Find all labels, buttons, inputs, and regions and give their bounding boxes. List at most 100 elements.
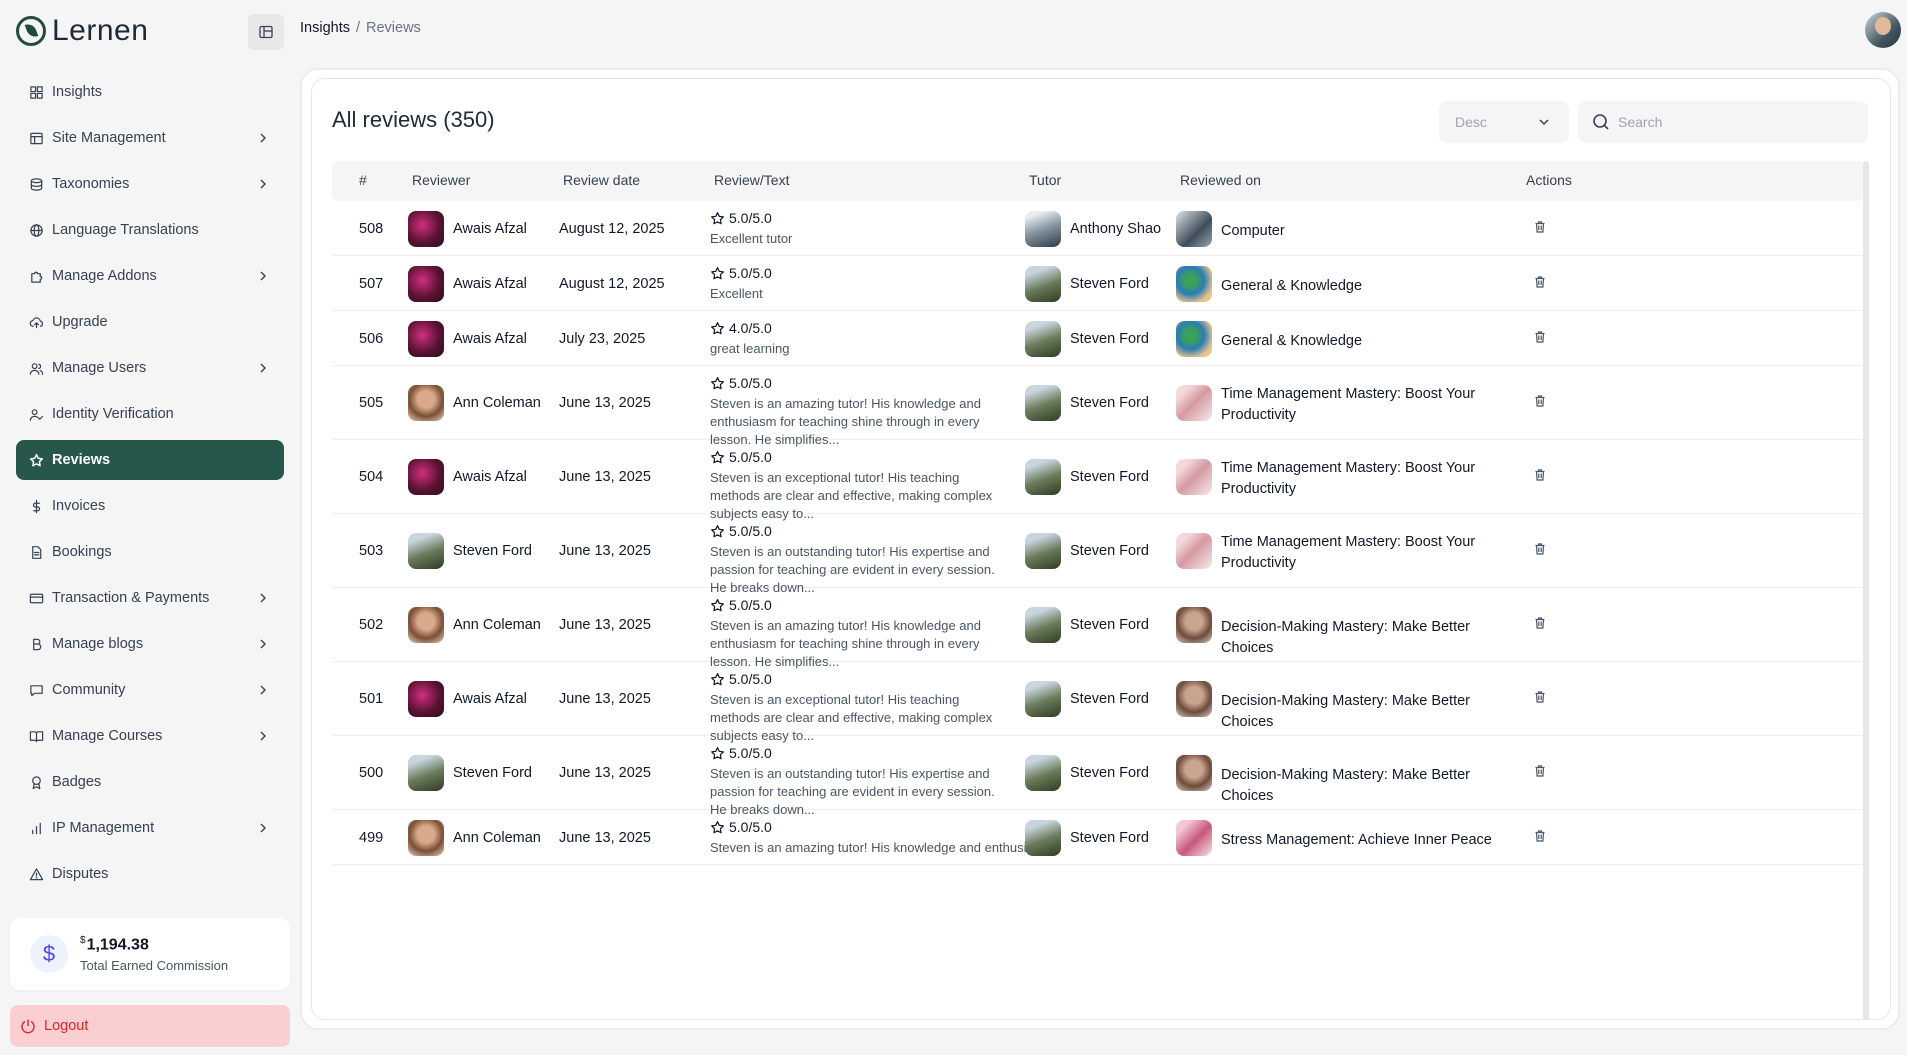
delete-review-button[interactable] xyxy=(1533,394,1547,408)
course-title[interactable]: Time Management Mastery: Boost Your Prod… xyxy=(1221,458,1511,500)
reviewer-name[interactable]: Awais Afzal xyxy=(453,331,527,347)
tutor-name[interactable]: Steven Ford xyxy=(1070,617,1149,633)
rating-value: 5.0/5.0 xyxy=(729,523,772,539)
delete-review-button[interactable] xyxy=(1533,330,1547,344)
delete-review-button[interactable] xyxy=(1533,616,1547,630)
tutor-name[interactable]: Steven Ford xyxy=(1070,469,1149,485)
reviewer-name[interactable]: Ann Coleman xyxy=(453,395,541,411)
review-rating: 5.0/5.0 xyxy=(710,375,1010,391)
reviewer-name[interactable]: Awais Afzal xyxy=(453,276,527,292)
logout-button[interactable]: Logout xyxy=(10,1005,290,1047)
column-header-tutor: Tutor xyxy=(1029,172,1062,188)
sidebar-item-label: Disputes xyxy=(52,866,109,882)
sidebar-item-taxonomies[interactable]: Taxonomies xyxy=(16,164,284,204)
delete-review-button[interactable] xyxy=(1533,690,1547,704)
review-rating: 4.0/5.0 xyxy=(710,320,1070,336)
sidebar-item-insights[interactable]: Insights xyxy=(16,72,284,112)
sidebar-item-bookings[interactable]: Bookings xyxy=(16,532,284,572)
delete-review-button[interactable] xyxy=(1533,468,1547,482)
table-row: 500 Steven Ford June 13, 2025 5.0/5.0 Steven… xyxy=(332,736,1864,817)
review-content: 5.0/5.0 Steven is an exceptional tutor! H… xyxy=(710,671,1010,745)
delete-review-button[interactable] xyxy=(1533,829,1547,843)
table-row: 499 Ann Coleman June 13, 2025 5.0/5.0 Steven… xyxy=(332,810,1864,865)
sidebar-item-manage-courses[interactable]: Manage Courses xyxy=(16,716,284,756)
sidebar-nav: Insights Site Management Taxonomies Languag… xyxy=(16,72,284,900)
course-title[interactable]: Decision-Making Mastery: Make Better Cho… xyxy=(1221,765,1511,807)
search-input[interactable] xyxy=(1618,114,1848,130)
delete-review-button[interactable] xyxy=(1533,220,1547,234)
trash-icon xyxy=(1533,468,1547,482)
tutor-name[interactable]: Anthony Shao xyxy=(1070,221,1161,237)
course-title[interactable]: Decision-Making Mastery: Make Better Cho… xyxy=(1221,691,1511,733)
rating-value: 5.0/5.0 xyxy=(729,210,772,226)
sidebar-item-badges[interactable]: Badges xyxy=(16,762,284,802)
review-rating: 5.0/5.0 xyxy=(710,265,1070,281)
user-check-icon xyxy=(28,406,44,422)
sidebar-item-language-translations[interactable]: Language Translations xyxy=(16,210,284,250)
sort-selected-value: Desc xyxy=(1455,114,1487,130)
course-title[interactable]: General & Knowledge xyxy=(1221,276,1511,297)
sidebar-item-upgrade[interactable]: Upgrade xyxy=(16,302,284,342)
sidebar-item-disputes[interactable]: Disputes xyxy=(16,854,284,894)
reviewer-name[interactable]: Ann Coleman xyxy=(453,830,541,846)
chevron-right-icon xyxy=(260,179,266,189)
reviewer-name[interactable]: Steven Ford xyxy=(453,765,532,781)
sidebar-item-manage-blogs[interactable]: Manage blogs xyxy=(16,624,284,664)
reviewer-name[interactable]: Ann Coleman xyxy=(453,617,541,633)
sidebar-item-site-management[interactable]: Site Management xyxy=(16,118,284,158)
search-box xyxy=(1578,101,1868,143)
globe-icon xyxy=(28,222,44,238)
course-title[interactable]: Time Management Mastery: Boost Your Prod… xyxy=(1221,532,1511,574)
breadcrumb-insights-link[interactable]: Insights xyxy=(300,20,350,36)
sidebar-item-ip-management[interactable]: IP Management xyxy=(16,808,284,848)
course-thumbnail xyxy=(1176,755,1212,791)
reviewer-name[interactable]: Awais Afzal xyxy=(453,691,527,707)
sort-select[interactable]: Desc xyxy=(1439,101,1569,143)
tutor-name[interactable]: Steven Ford xyxy=(1070,543,1149,559)
tutor-name[interactable]: Steven Ford xyxy=(1070,691,1149,707)
tutor-name[interactable]: Steven Ford xyxy=(1070,331,1149,347)
delete-review-button[interactable] xyxy=(1533,542,1547,556)
table-row: 502 Ann Coleman June 13, 2025 5.0/5.0 Steven… xyxy=(332,588,1864,669)
tutor-name[interactable]: Steven Ford xyxy=(1070,765,1149,781)
tutor-name[interactable]: Steven Ford xyxy=(1070,395,1149,411)
chevron-down-icon xyxy=(1539,119,1549,126)
rating-value: 4.0/5.0 xyxy=(729,320,772,336)
delete-review-button[interactable] xyxy=(1533,764,1547,778)
sidebar-item-community[interactable]: Community xyxy=(16,670,284,710)
sidebar-item-label: Upgrade xyxy=(52,314,108,330)
user-avatar[interactable] xyxy=(1865,12,1901,48)
file-icon xyxy=(28,544,44,560)
trash-icon xyxy=(1533,616,1547,630)
review-date: June 13, 2025 xyxy=(559,829,651,846)
sidebar-item-identity-verification[interactable]: Identity Verification xyxy=(16,394,284,434)
tutor-avatar xyxy=(1025,755,1061,791)
course-title[interactable]: Stress Management: Achieve Inner Peace xyxy=(1221,830,1511,851)
chevron-right-icon xyxy=(260,685,266,695)
delete-review-button[interactable] xyxy=(1533,275,1547,289)
course-title[interactable]: Time Management Mastery: Boost Your Prod… xyxy=(1221,384,1511,426)
column-header-index: # xyxy=(359,172,367,188)
sidebar-item-label: Language Translations xyxy=(52,222,199,238)
page-title: All reviews (350) xyxy=(332,107,495,132)
tutor-name[interactable]: Steven Ford xyxy=(1070,830,1149,846)
course-thumbnail xyxy=(1176,533,1212,569)
search-icon xyxy=(1593,114,1609,130)
reviewer-avatar xyxy=(408,459,444,495)
reviewer-name[interactable]: Awais Afzal xyxy=(453,469,527,485)
app-logo[interactable]: Lernen xyxy=(16,14,148,48)
tutor-name[interactable]: Steven Ford xyxy=(1070,276,1149,292)
review-content: 5.0/5.0 Steven is an exceptional tutor! H… xyxy=(710,449,1010,523)
sidebar-item-manage-addons[interactable]: Manage Addons xyxy=(16,256,284,296)
reviewer-name[interactable]: Steven Ford xyxy=(453,543,532,559)
sidebar-item-manage-users[interactable]: Manage Users xyxy=(16,348,284,388)
course-title[interactable]: General & Knowledge xyxy=(1221,331,1511,352)
sidebar-item-reviews[interactable]: Reviews xyxy=(16,440,284,480)
sidebar-toggle-button[interactable] xyxy=(248,14,284,50)
reviewer-name[interactable]: Awais Afzal xyxy=(453,221,527,237)
sidebar-item-transaction-and-payments[interactable]: Transaction & Payments xyxy=(16,578,284,618)
table-scrollbar[interactable] xyxy=(1863,161,1869,1019)
course-title[interactable]: Decision-Making Mastery: Make Better Cho… xyxy=(1221,617,1511,659)
sidebar-item-invoices[interactable]: Invoices xyxy=(16,486,284,526)
course-title[interactable]: Computer xyxy=(1221,221,1511,242)
